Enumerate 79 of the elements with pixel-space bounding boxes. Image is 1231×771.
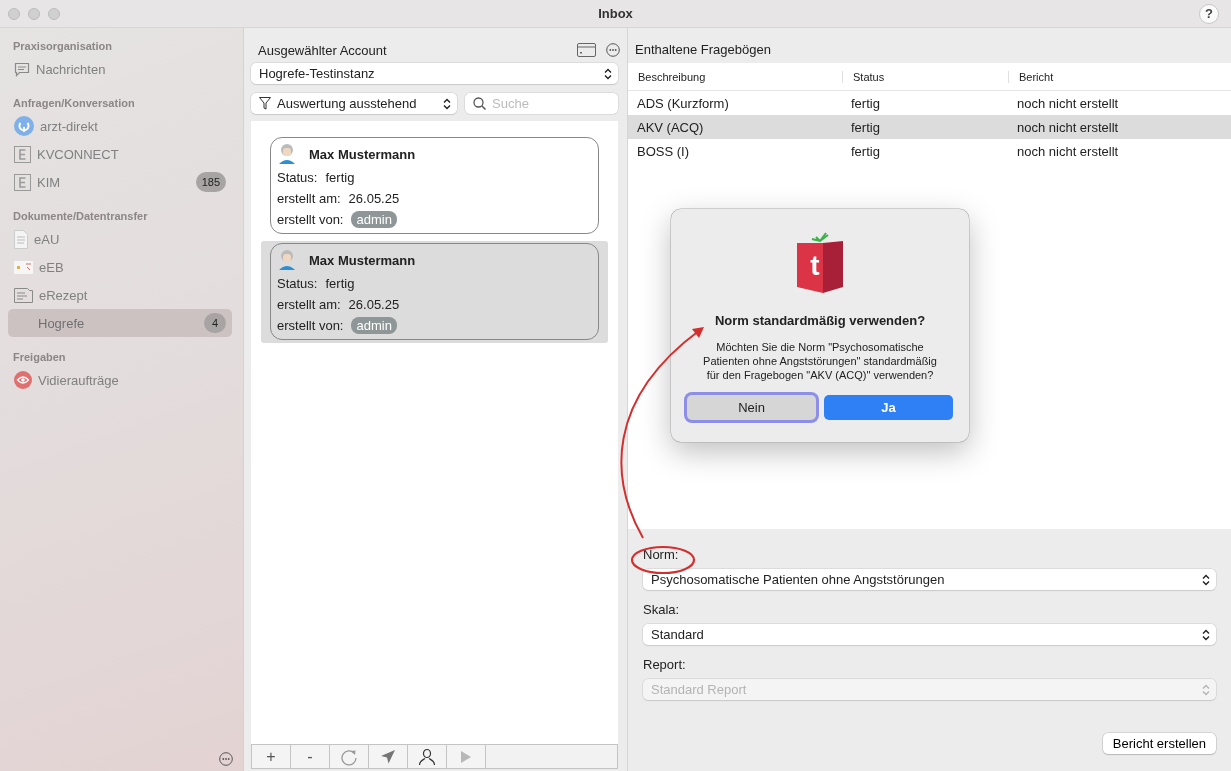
section-heading: Anfragen/Konversation — [12, 97, 136, 109]
letter-e-icon — [14, 173, 31, 191]
create-report-button[interactable]: Bericht erstellen — [1102, 733, 1216, 754]
avatar-icon — [277, 142, 297, 166]
card-icon[interactable] — [577, 43, 596, 57]
table-cell-text: noch nicht erstellt — [1016, 95, 1120, 111]
more-icon[interactable] — [219, 752, 233, 766]
window-title: Inbox — [598, 6, 633, 21]
plug-icon — [14, 116, 34, 136]
table-cell-text: AKV (ACQ) — [636, 119, 705, 135]
more-icon[interactable] — [606, 43, 620, 57]
account-select[interactable]: Hogrefe-Testinstanz — [251, 63, 618, 84]
sidebar-item[interactable]: KIM 185 — [8, 168, 232, 196]
user-tag: admin — [351, 317, 397, 334]
field-value: fertig — [325, 170, 355, 185]
chevron-icon — [1202, 628, 1210, 641]
section-heading: Dokumente/Datentransfer — [12, 210, 149, 222]
field-value: 26.05.25 — [348, 191, 400, 206]
field-label: Report: — [643, 657, 686, 672]
table-cell-text: BOSS (I) — [636, 143, 690, 159]
card-icon — [14, 260, 33, 274]
table-row[interactable]: AKV (ACQ) fertig noch nicht erstellt — [628, 115, 1231, 139]
field-label: Status: — [277, 276, 318, 291]
count-badge: 185 — [195, 172, 226, 192]
annotation-ellipse — [630, 545, 696, 575]
table-row[interactable]: BOSS (I) fertig noch nicht erstellt — [628, 139, 1231, 163]
avatar-icon — [277, 248, 297, 272]
filter-icon — [259, 97, 271, 110]
dialog-title: Norm standardmäßig verwenden? — [714, 313, 926, 328]
field-label: Status: — [277, 170, 318, 185]
search-field[interactable]: Suche — [465, 93, 618, 114]
receipt-icon — [14, 287, 33, 303]
field-value: fertig — [325, 276, 355, 291]
table-cell-text: noch nicht erstellt — [1016, 143, 1120, 159]
field-label: erstellt von: — [277, 318, 344, 333]
sidebar-item[interactable]: Hogrefe 4 — [8, 309, 232, 337]
field-label: erstellt am: — [277, 297, 341, 312]
letter-e-icon — [14, 145, 31, 163]
dialog-button[interactable]: Nein — [687, 395, 816, 420]
panel-title: Ausgewählter Account — [258, 42, 388, 58]
chevron-icon — [1202, 573, 1210, 586]
table-cell-text: fertig — [850, 119, 881, 135]
help-button[interactable]: ? — [1199, 3, 1219, 24]
field-label: Norm: — [643, 547, 679, 562]
field-label: erstellt von: — [277, 212, 344, 227]
person-icon — [418, 747, 436, 766]
filter-select[interactable]: Auswertung ausstehend — [251, 93, 457, 114]
patient-name: Max Mustermann — [309, 252, 416, 268]
logo-letter: t — [809, 251, 821, 281]
panel-title: Enthaltene Fragebögen — [635, 42, 771, 57]
chat-icon — [14, 61, 30, 77]
column-header[interactable]: Beschreibung — [628, 70, 842, 83]
count-badge: 4 — [204, 313, 226, 333]
field-label: erstellt am: — [277, 191, 341, 206]
field-label: Skala: — [643, 602, 680, 617]
chevron-icon — [1202, 683, 1210, 696]
section-heading: Praxisorganisation — [12, 40, 114, 52]
column-header[interactable]: Status — [842, 70, 1008, 83]
paper-plane-icon — [380, 749, 396, 764]
patient-name: Max Mustermann — [309, 146, 416, 162]
document-icon — [14, 229, 28, 249]
user-tag: admin — [351, 211, 397, 228]
table-cell-text: noch nicht erstellt — [1016, 119, 1120, 135]
dialog-message: Möchten Sie die Norm "Psychosomatische Patienten ohne Angststörungen" standardmäßig für den Fragebogen "AKV (ACQ)" verwenden? — [702, 340, 938, 382]
dropdown-select[interactable]: Psychosomatische Patienten ohne Angststörungen — [643, 569, 1216, 590]
chevron-icon — [443, 97, 451, 110]
field-value: 26.05.25 — [348, 297, 400, 312]
table-row[interactable]: ADS (Kurzform) fertig noch nicht erstellt — [628, 91, 1231, 115]
play-icon — [460, 749, 472, 764]
eye-icon — [14, 371, 32, 389]
table-cell-text: fertig — [850, 95, 881, 111]
column-header[interactable]: Bericht — [1008, 70, 1231, 83]
dropdown-select[interactable]: Standard — [643, 624, 1216, 645]
table-cell-text: ADS (Kurzform) — [636, 95, 730, 111]
table-cell-text: fertig — [850, 143, 881, 159]
chevron-icon — [604, 67, 612, 80]
refresh-icon — [340, 747, 358, 766]
dialog-button[interactable]: Ja — [824, 395, 953, 420]
section-heading: Freigaben — [12, 351, 67, 363]
